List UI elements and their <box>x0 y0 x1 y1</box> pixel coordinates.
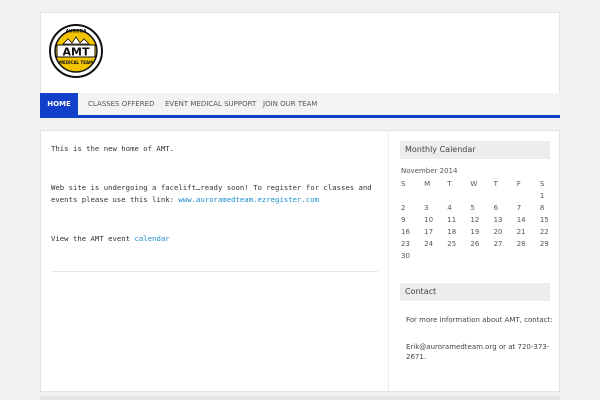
calendar-weekday: T <box>493 180 498 188</box>
nav-item-join-our-team[interactable]: JOIN OUR TEAM <box>263 93 317 115</box>
calendar-day[interactable]: 3 <box>420 202 443 214</box>
calendar-day <box>443 190 466 202</box>
calendar-day[interactable]: 6 <box>490 202 513 214</box>
contact-title: Contact <box>400 283 550 301</box>
calendar-day <box>466 250 489 262</box>
nav-item-classes-offered[interactable]: CLASSES OFFERED <box>88 93 154 115</box>
calendar-weekday: F <box>516 180 521 188</box>
logo-top-text: AURORA <box>66 29 87 35</box>
calendar-day[interactable]: 5 <box>466 202 489 214</box>
calendar-day[interactable]: 8 <box>536 202 559 214</box>
logo-main-text: AMT <box>63 46 90 59</box>
calendar-day[interactable]: 10 <box>420 214 443 226</box>
calendar-day[interactable]: 27 <box>490 238 513 250</box>
content-panel: This is the new home of AMT. Web site is… <box>40 130 560 393</box>
calendar-day[interactable]: 30 <box>397 250 420 262</box>
calendar-prefix: View the AMT event <box>51 234 135 243</box>
content-divider <box>51 271 378 272</box>
calendar-day[interactable]: 9 <box>397 214 420 226</box>
calendar-day[interactable]: 2 <box>397 202 420 214</box>
calendar-line: View the AMT event calendar <box>51 233 170 245</box>
calendar-day[interactable]: 15 <box>536 214 559 226</box>
calendar-day <box>513 190 536 202</box>
sidebar-divider <box>388 131 389 393</box>
calendar-day[interactable]: 21 <box>513 226 536 238</box>
calendar-week-row: 2345678 <box>397 202 559 214</box>
contact-phone-text: 2671. <box>406 353 427 361</box>
contact-email-text: Erik@auroramedteam.org or at 720-373- <box>406 343 550 351</box>
calendar-week-row: 9 10 11 12 13 14 15 <box>397 214 559 226</box>
footer-strip <box>40 396 560 400</box>
intro-text: This is the new home of AMT. <box>51 144 175 153</box>
calendar-weekday: S <box>401 180 406 188</box>
calendar-day[interactable]: 4 <box>443 202 466 214</box>
calendar-day[interactable]: 26 <box>466 238 489 250</box>
contact-info-text: For more information about AMT, contact: <box>406 316 553 324</box>
calendar-day <box>490 190 513 202</box>
calendar-week-row: 23 24 25 26 27 28 29 <box>397 238 559 250</box>
calendar-weekday: S <box>539 180 545 188</box>
calendar-week-row: 1 <box>397 190 559 202</box>
calendar-day <box>397 190 420 202</box>
calendar-day[interactable]: 24 <box>420 238 443 250</box>
calendar-day[interactable]: 1 <box>536 190 559 202</box>
main-nav: HOME CLASSES OFFERED EVENT MEDICAL SUPPO… <box>40 93 560 118</box>
calendar-day[interactable]: 23 <box>397 238 420 250</box>
calendar-weekday: M <box>424 180 431 188</box>
calendar-day <box>490 250 513 262</box>
calendar-day <box>443 250 466 262</box>
calendar-day[interactable]: 28 <box>513 238 536 250</box>
calendar-day[interactable]: 25 <box>443 238 466 250</box>
monthly-calendar-title: Monthly Calendar <box>400 141 550 159</box>
calendar-day[interactable]: 29 <box>536 238 559 250</box>
calendar-day <box>420 190 443 202</box>
calendar-link[interactable]: calendar <box>134 234 169 243</box>
logo-bottom-text: MEDICAL TEAM <box>59 60 93 65</box>
nav-item-home[interactable]: HOME <box>40 93 78 115</box>
calendar-day[interactable]: 22 <box>536 226 559 238</box>
calendar-weekday: T <box>447 180 452 188</box>
calendar-day <box>536 250 559 262</box>
calendar-caption: November 2014 <box>401 167 458 175</box>
calendar-week-row: 16 17 18 19 20 21 22 <box>397 226 559 238</box>
amt-logo[interactable]: AURORA AMT MEDICAL TEAM <box>49 24 103 78</box>
calendar-day <box>513 250 536 262</box>
calendar-day <box>466 190 489 202</box>
calendar-day <box>420 250 443 262</box>
facelift-text: Web site is undergoing a facelift…ready … <box>51 183 372 192</box>
site-header: AURORA AMT MEDICAL TEAM <box>40 12 560 96</box>
calendar-day[interactable]: 7 <box>513 202 536 214</box>
calendar-weekday: W <box>470 180 478 188</box>
calendar-day[interactable]: 16 <box>397 226 420 238</box>
calendar-day[interactable]: 14 <box>513 214 536 226</box>
nav-item-event-medical-support[interactable]: EVENT MEDICAL SUPPORT <box>165 93 256 115</box>
calendar-week-row: 30 <box>397 250 559 262</box>
calendar-day[interactable]: 17 <box>420 226 443 238</box>
ezregister-link[interactable]: www.auroramedteam.ezregister.com <box>178 195 319 204</box>
calendar-day[interactable]: 20 <box>490 226 513 238</box>
calendar-day[interactable]: 11 <box>443 214 466 226</box>
calendar-day[interactable]: 18 <box>443 226 466 238</box>
calendar-day[interactable]: 12 <box>466 214 489 226</box>
calendar-day[interactable]: 13 <box>490 214 513 226</box>
calendar-day[interactable]: 19 <box>466 226 489 238</box>
register-line: events please use this link: www.auroram… <box>51 194 319 206</box>
register-prefix: events please use this link: <box>51 195 179 204</box>
calendar-table: S M T W T F S 1 2 3 4 5 6 7 8 9 10 11 12 13 14 15 16 17 18 19 20 21… <box>397 178 559 262</box>
